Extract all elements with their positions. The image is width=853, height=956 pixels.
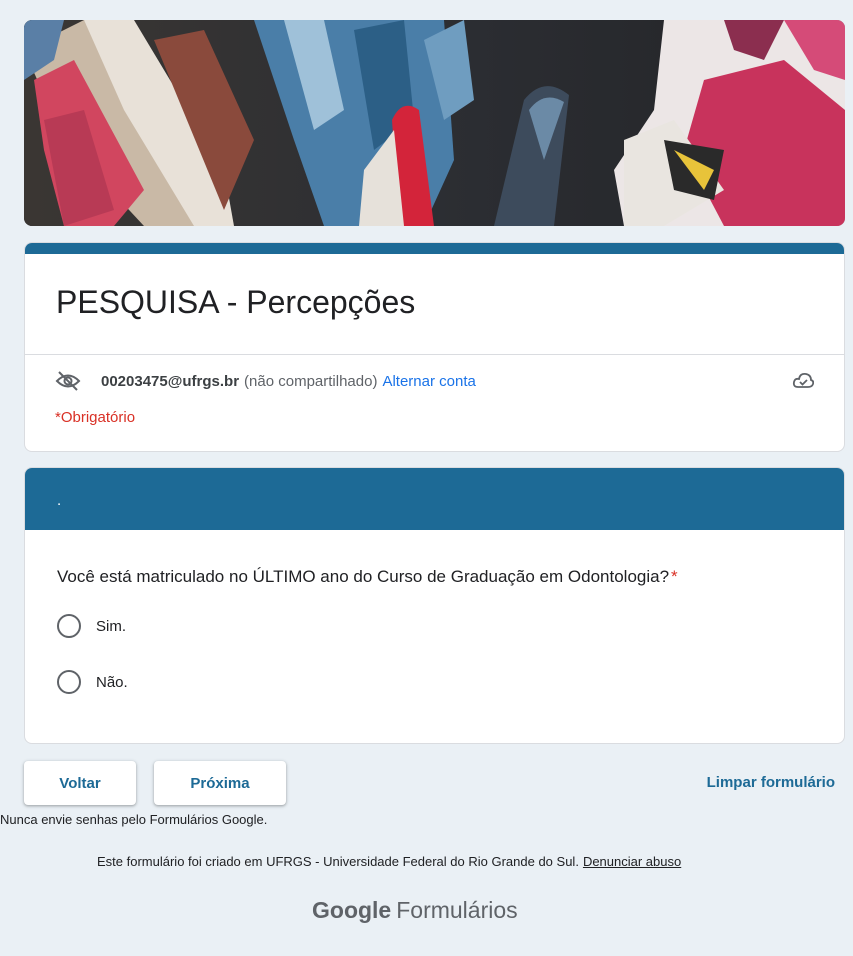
radio-unchecked-icon[interactable] — [57, 614, 81, 638]
password-warning: Nunca envie senhas pelo Formulários Goog… — [0, 812, 268, 827]
option-sim[interactable]: Sim. — [25, 614, 844, 638]
question-section-card: . Você está matriculado no ÚLTIMO ano do… — [24, 467, 845, 744]
option-label: Não. — [96, 673, 128, 691]
required-marker: * — [671, 567, 678, 586]
next-button[interactable]: Próxima — [154, 761, 286, 805]
back-button[interactable]: Voltar — [24, 761, 136, 805]
brand-product: Formulários — [396, 897, 518, 923]
question-text-row: Você está matriculado no ÚLTIMO ano do C… — [25, 530, 844, 588]
option-nao[interactable]: Não. — [25, 670, 844, 694]
radio-unchecked-icon[interactable] — [57, 670, 81, 694]
option-label: Sim. — [96, 617, 126, 635]
account-row: 00203475@ufrgs.br (não compartilhado) Al… — [25, 355, 844, 407]
eye-off-icon — [55, 371, 81, 391]
created-text: Este formulário foi criado em UFRGS - Un… — [97, 854, 579, 869]
question-text: Você está matriculado no ÚLTIMO ano do C… — [57, 567, 670, 586]
required-note: *Obrigatório — [55, 409, 136, 426]
created-by-note: Este formulário foi criado em UFRGS - Un… — [97, 854, 681, 869]
form-title: PESQUISA - Percepções — [56, 284, 416, 320]
google-forms-logo[interactable]: Google Formulários — [312, 897, 518, 924]
cloud-check-icon — [792, 370, 815, 392]
form-header-card: PESQUISA - Percepções 00203475@ufrgs.br … — [24, 242, 845, 452]
clear-form-link[interactable]: Limpar formulário — [707, 774, 835, 791]
accent-bar — [25, 243, 844, 254]
section-header: . — [25, 468, 844, 530]
switch-account-link[interactable]: Alternar conta — [382, 373, 475, 390]
brand-google: Google — [312, 897, 392, 923]
header-banner-image — [24, 20, 845, 226]
account-shared-text: (não compartilhado) — [244, 372, 378, 390]
painted-hands-artwork — [24, 20, 845, 226]
account-email: 00203475@ufrgs.br — [101, 372, 240, 390]
report-abuse-link[interactable]: Denunciar abuso — [583, 854, 681, 869]
